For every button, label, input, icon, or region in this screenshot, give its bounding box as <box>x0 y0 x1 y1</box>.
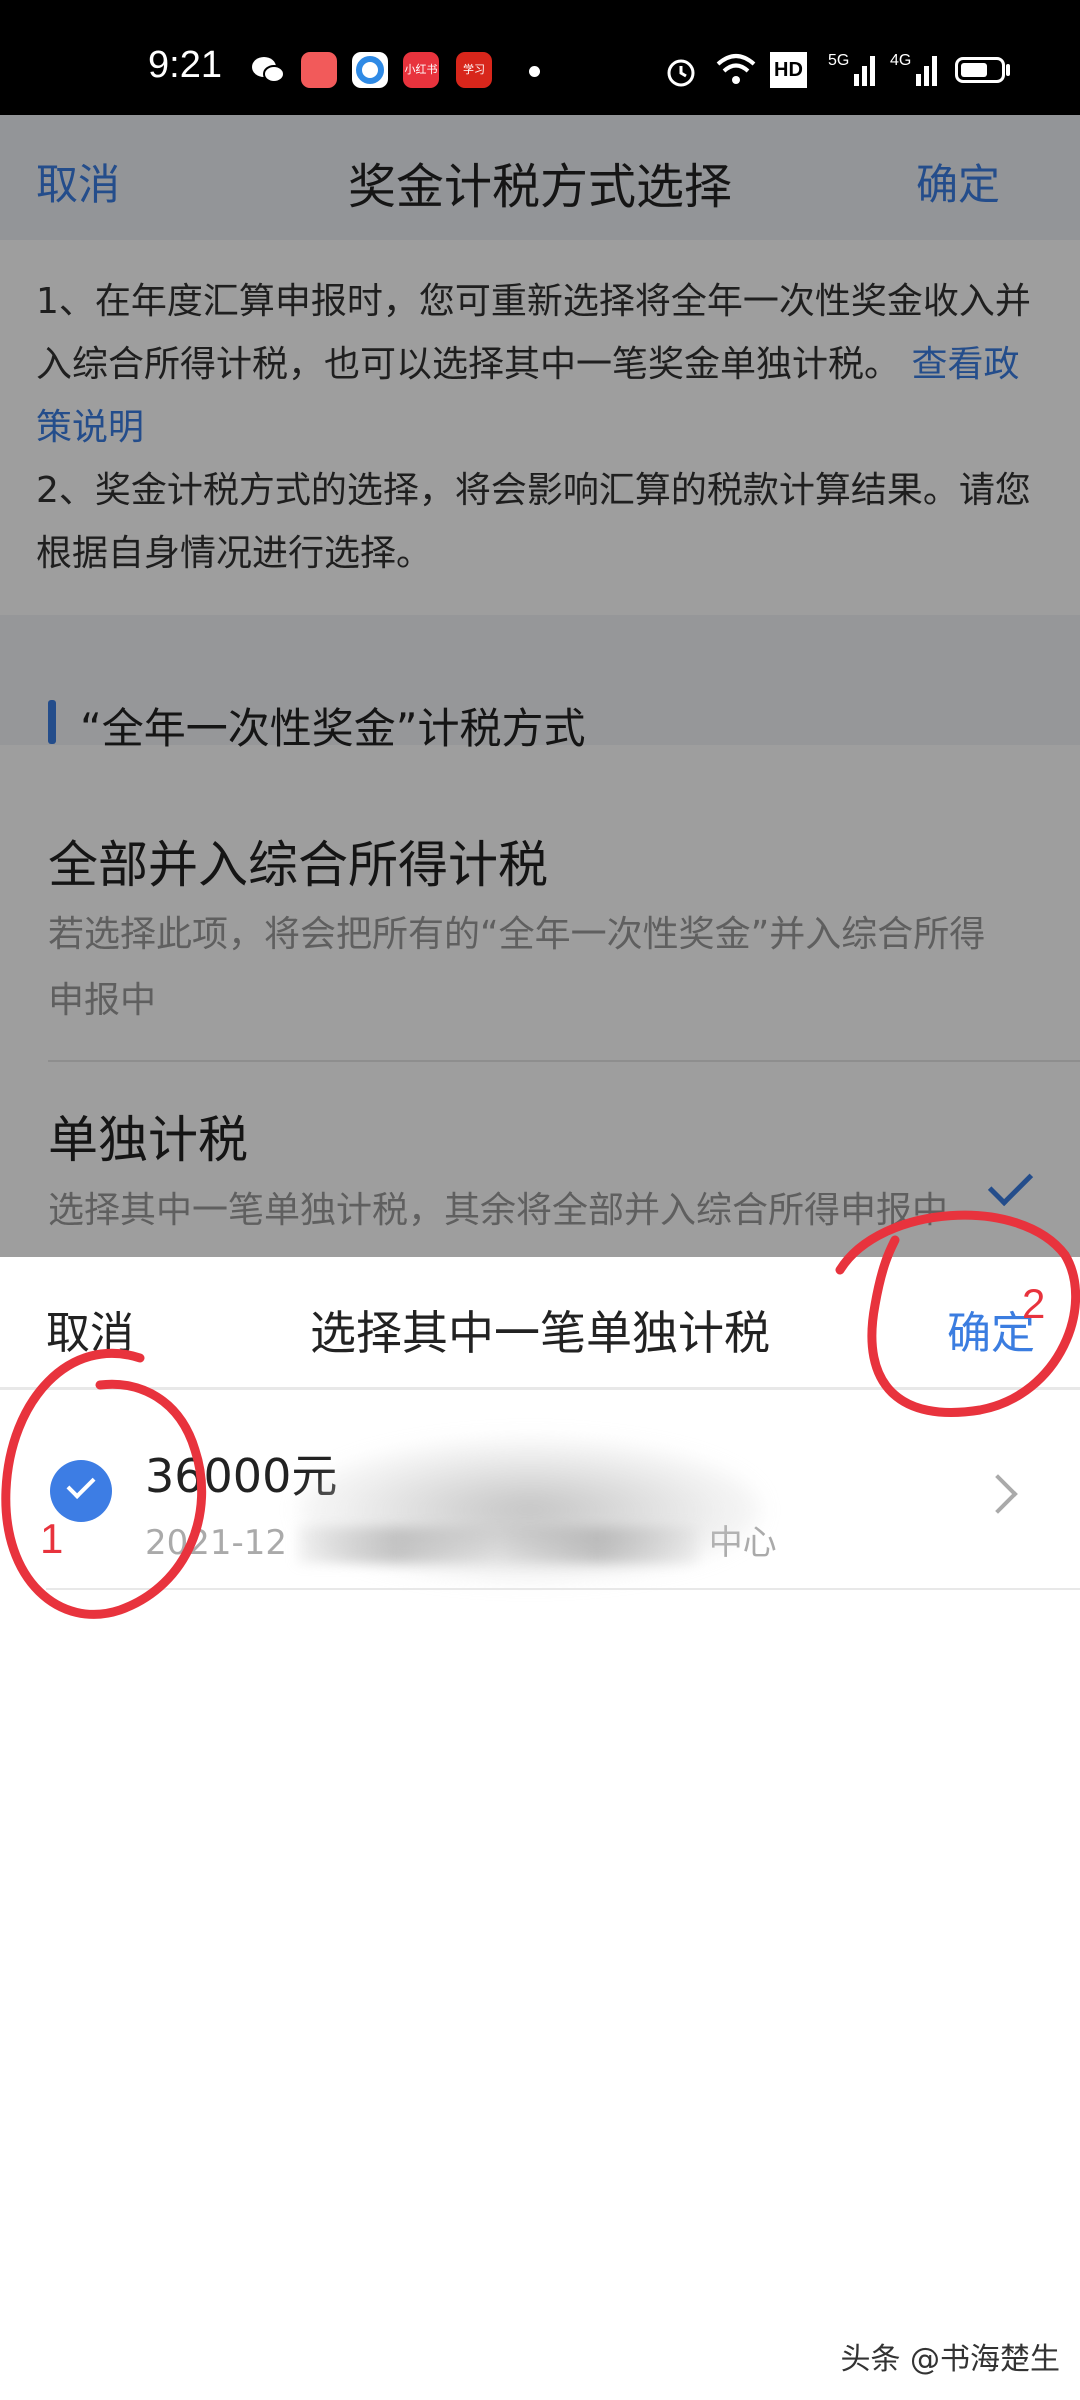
bonus-date: 2021-12 <box>145 1523 288 1563</box>
status-bar: 9:21 小红书 学习 HD 5G 4G <box>0 0 1080 115</box>
signal-5g-icon: 5G <box>828 52 878 88</box>
status-time: 9:21 <box>148 44 222 86</box>
wifi-icon <box>716 52 756 92</box>
xuexi-icon: 学习 <box>456 52 492 88</box>
bottom-sheet: 取消 选择其中一笔单独计税 确定 36000元 2021-12 中心 <box>0 1257 1080 2400</box>
chevron-right-icon[interactable] <box>978 1474 1018 1514</box>
xiaohongshu-icon: 小红书 <box>403 52 439 88</box>
signal-4g-icon: 4G <box>890 52 940 88</box>
annotation-number-1: 1 <box>40 1515 64 1562</box>
hd-badge: HD <box>770 52 807 88</box>
battery-icon <box>955 57 1005 83</box>
alarm-icon <box>664 54 698 92</box>
app-orange-icon <box>301 52 337 88</box>
app-blue-ring-icon <box>352 52 388 88</box>
modal-overlay[interactable] <box>0 115 1080 1257</box>
item-divider <box>46 1588 1080 1590</box>
notification-dot-icon <box>529 66 540 77</box>
checked-circle-icon[interactable] <box>50 1460 112 1522</box>
redaction-smudge <box>300 1440 760 1580</box>
sheet-title: 选择其中一笔单独计税 <box>310 1306 770 1360</box>
annotation-number-2: 2 <box>1022 1280 1046 1327</box>
wechat-icon <box>250 52 286 88</box>
watermark-text: 头条 @书海楚生 <box>840 2342 1060 2377</box>
